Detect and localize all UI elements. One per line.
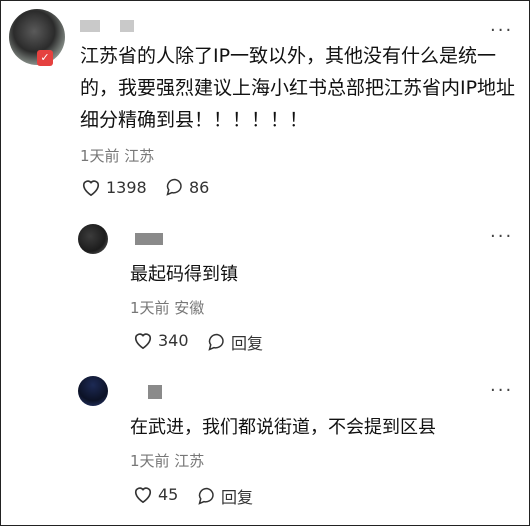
reply-2-avatar[interactable] (78, 376, 108, 406)
heart-icon (82, 180, 100, 197)
main-like-count: 1398 (106, 177, 147, 197)
heart-icon (134, 333, 152, 350)
reply-2-meta: 1天前 江苏 (130, 452, 205, 470)
comment-bubble-icon (208, 333, 224, 351)
reply-2-like-button[interactable]: 45 (132, 484, 178, 504)
reply-1-more-icon[interactable]: ··· (490, 228, 513, 246)
reply-1-like-count: 340 (158, 330, 189, 350)
main-reply-count: 86 (189, 177, 210, 197)
reply-1-reply-label: 回复 (231, 334, 264, 353)
heart-icon (134, 487, 152, 504)
reply-2-more-icon[interactable]: ··· (490, 382, 513, 400)
main-commenter-name-redacted-2 (120, 20, 134, 32)
reply-1-meta: 1天前 安徽 (130, 299, 205, 317)
main-commenter-name-redacted[interactable] (80, 20, 100, 32)
more-options-icon[interactable]: ··· (490, 22, 513, 40)
comment-bubble-icon (198, 487, 214, 505)
reply-2-reply-button[interactable]: 回复 (197, 484, 253, 508)
reply-1-avatar[interactable] (78, 224, 108, 254)
main-like-button[interactable]: 1398 (80, 177, 147, 197)
reply-2-like-count: 45 (158, 484, 179, 504)
reply-1-name-redacted[interactable] (135, 233, 163, 245)
main-comment-text: 江苏省的人除了IP一致以外，其他没有什么是统一的，我要强烈建议上海小红书总部把江… (80, 45, 516, 131)
main-reply-button[interactable]: 86 (165, 177, 209, 197)
reply-2-text: 在武进，我们都说街道，不会提到区县 (130, 417, 436, 438)
reply-1-text: 最起码得到镇 (130, 264, 238, 285)
reply-2-reply-label: 回复 (221, 488, 254, 507)
comment-bubble-icon (166, 178, 182, 196)
reply-1-like-button[interactable]: 340 (132, 330, 189, 350)
verified-badge-icon: ✓ (37, 50, 53, 66)
reply-1-reply-button[interactable]: 回复 (207, 330, 263, 354)
main-comment-meta: 1天前 江苏 (80, 147, 155, 165)
reply-2-name-redacted[interactable] (148, 385, 162, 399)
